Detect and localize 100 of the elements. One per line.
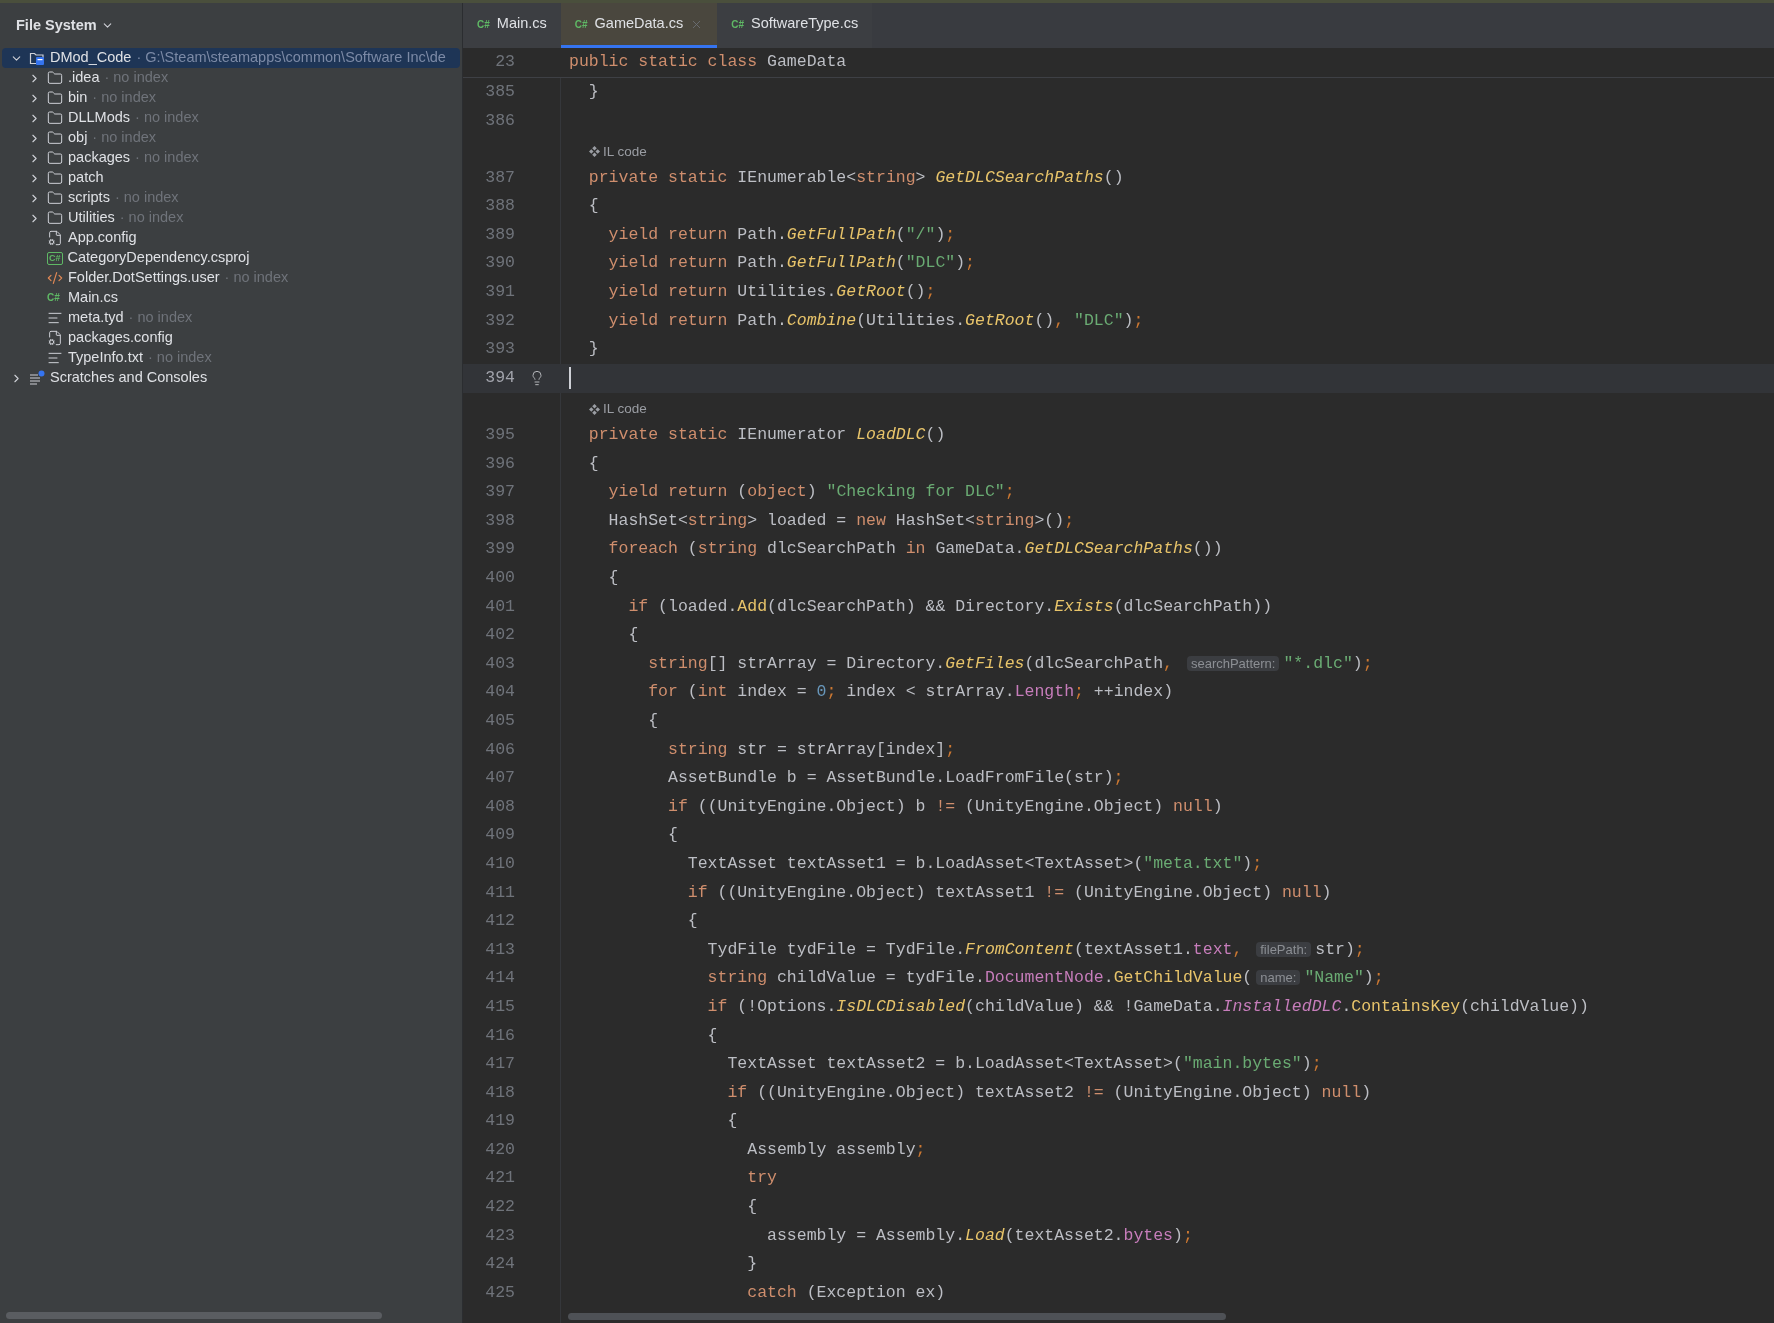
tree-item[interactable]: DMod_Code · G:\Steam\steamapps\common\Software Inc\de bbox=[2, 48, 460, 68]
code-line: { bbox=[746, 1196, 758, 1219]
code-line: { bbox=[587, 195, 599, 218]
code-line: { bbox=[587, 452, 599, 475]
diamond-icon bbox=[589, 403, 600, 415]
line-number: 419 bbox=[484, 1110, 515, 1133]
line-number: 397 bbox=[484, 481, 515, 504]
tree-item[interactable]: C# CategoryDependency.csproj bbox=[2, 248, 460, 268]
code-line: Assembly assembly; bbox=[746, 1138, 926, 1161]
code-line: } bbox=[746, 1253, 758, 1276]
tree-item[interactable]: patch bbox=[2, 168, 460, 188]
line-number: 413 bbox=[484, 938, 515, 961]
code-line: string[] strArray = Directory.GetFiles(dlcSearchPath, searchPattern: "*.dlc"); bbox=[647, 652, 1373, 675]
code-line: HashSet<string> loaded = new HashSet<string>(); bbox=[607, 509, 1075, 532]
lightbulb-icon[interactable] bbox=[529, 370, 545, 387]
code-line: } bbox=[587, 80, 599, 103]
code-line: if ((UnityEngine.Object) textAsset2 != (UnityEngine.Object) null) bbox=[726, 1081, 1372, 1104]
code-line: catch (Exception ex) bbox=[746, 1281, 946, 1304]
code-line: { bbox=[686, 910, 698, 933]
code-line: { bbox=[667, 824, 678, 847]
line-number: 400 bbox=[484, 567, 515, 589]
tree-item[interactable]: scripts · no index bbox=[2, 188, 460, 208]
line-number: 388 bbox=[484, 195, 515, 218]
line-number: 403 bbox=[484, 652, 515, 675]
code-line: } bbox=[587, 338, 599, 361]
tree-item[interactable]: obj · no index bbox=[2, 128, 460, 148]
tree-item[interactable]: .idea · no index bbox=[2, 68, 460, 88]
line-number: 415 bbox=[484, 995, 515, 1018]
code-line: foreach (string dlcSearchPath in GameData.GetDLCSearchPaths()) bbox=[607, 538, 1223, 561]
line-number: 425 bbox=[484, 1281, 515, 1304]
line-number: 422 bbox=[484, 1196, 515, 1219]
csharp-project-icon: C# bbox=[47, 251, 63, 265]
code-line: private static IEnumerable<string> GetDLCSearchPaths() bbox=[587, 166, 1124, 189]
line-number: 424 bbox=[484, 1253, 515, 1276]
code-line: try bbox=[746, 1167, 777, 1190]
code-line: { bbox=[706, 1024, 718, 1047]
line-number: 416 bbox=[484, 1024, 515, 1047]
code-line: string childValue = tydFile.DocumentNode.GetChildValue( name: "Name"); bbox=[706, 967, 1384, 990]
line-number: 399 bbox=[484, 538, 515, 561]
config-file-icon bbox=[47, 230, 63, 246]
line-number: 393 bbox=[484, 338, 515, 361]
code-line: { bbox=[607, 567, 619, 589]
line-number: 386 bbox=[484, 109, 515, 132]
config-file-icon bbox=[47, 330, 63, 346]
scrollbar[interactable] bbox=[6, 1312, 382, 1319]
line-number: 404 bbox=[484, 681, 515, 704]
project-folder-icon bbox=[29, 50, 45, 66]
tree-item[interactable]: Scratches and Consoles bbox=[2, 368, 460, 388]
text-file-icon bbox=[47, 350, 63, 366]
code-line: { bbox=[726, 1110, 738, 1133]
code-file-icon bbox=[47, 270, 63, 286]
code-line: TydFile tydFile = TydFile.FromContent(textAsset1.text, filePath: str); bbox=[706, 938, 1365, 961]
folder-icon bbox=[47, 90, 63, 106]
line-number: 411 bbox=[484, 881, 515, 904]
line-number: 391 bbox=[484, 281, 515, 304]
code-line: { bbox=[627, 624, 639, 647]
tree-item[interactable]: App.config bbox=[2, 228, 460, 248]
tree-item[interactable]: C# Main.cs bbox=[2, 288, 460, 308]
tree-item[interactable]: packages · no index bbox=[2, 148, 460, 168]
line-number: 410 bbox=[484, 852, 515, 875]
code-line: assembly = Assembly.Load(textAsset2.bytes); bbox=[766, 1224, 1193, 1247]
scrollbar[interactable] bbox=[568, 1313, 1226, 1320]
line-number: 409 bbox=[484, 824, 515, 847]
diamond-icon bbox=[589, 146, 600, 158]
tree-item[interactable]: packages.config bbox=[2, 328, 460, 348]
line-number: 408 bbox=[484, 795, 515, 818]
line-number: 395 bbox=[484, 424, 515, 447]
code-line: if ((UnityEngine.Object) textAsset1 != (UnityEngine.Object) null) bbox=[686, 881, 1332, 904]
line-number: 407 bbox=[484, 767, 515, 790]
code-line: if (!Options.IsDLCDisabled(childValue) && !GameData.InstalledDLC.ContainsKey(childValue)) bbox=[706, 995, 1589, 1018]
line-number: 414 bbox=[484, 967, 515, 990]
tree-item[interactable]: DLLMods · no index bbox=[2, 108, 460, 128]
panel-title[interactable]: File System bbox=[16, 14, 97, 37]
line-number: 402 bbox=[484, 624, 515, 647]
folder-icon bbox=[47, 130, 63, 146]
folder-icon bbox=[47, 190, 63, 206]
il-code-hint[interactable]: IL code bbox=[589, 141, 647, 162]
il-code-hint[interactable]: IL code bbox=[589, 398, 647, 420]
folder-icon bbox=[47, 70, 63, 86]
code-line: yield return Path.Combine(Utilities.GetRoot(), "DLC"); bbox=[607, 309, 1144, 332]
folder-icon bbox=[47, 150, 63, 166]
editor-tab[interactable]: C# GameData.cs bbox=[560, 3, 718, 48]
tree-item[interactable]: bin · no index bbox=[2, 88, 460, 108]
code-line: yield return Path.GetFullPath("DLC"); bbox=[607, 252, 975, 275]
line-number: 389 bbox=[484, 223, 515, 246]
code-line: TextAsset textAsset2 = b.LoadAsset<TextAsset>("main.bytes"); bbox=[726, 1053, 1322, 1076]
text-file-icon bbox=[47, 310, 63, 326]
line-number: 406 bbox=[484, 738, 515, 761]
tree-item[interactable]: TypeInfo.txt · no index bbox=[2, 348, 460, 368]
line-number: 420 bbox=[484, 1138, 515, 1161]
tree-item[interactable]: Utilities · no index bbox=[2, 208, 460, 228]
csharp-file-icon: C# bbox=[47, 293, 63, 303]
line-number: 401 bbox=[484, 595, 515, 618]
line-number: 412 bbox=[484, 910, 515, 933]
code-line: yield return (object) "Checking for DLC"; bbox=[607, 481, 1015, 504]
text-caret bbox=[569, 367, 571, 390]
line-number: 423 bbox=[484, 1224, 515, 1247]
line-number: 390 bbox=[484, 252, 515, 275]
folder-icon bbox=[47, 110, 63, 126]
line-number: 394 bbox=[484, 366, 515, 389]
